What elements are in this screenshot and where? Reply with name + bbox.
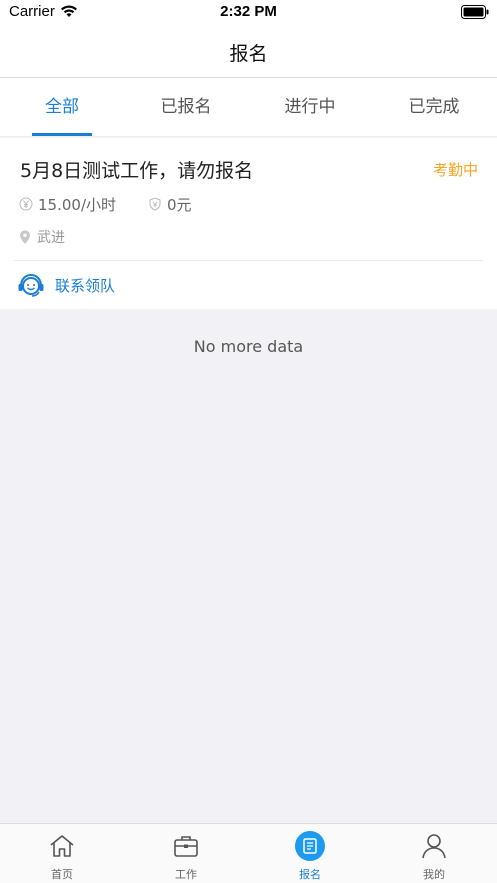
filter-tabs: 全部 已报名 进行中 已完成 xyxy=(0,78,497,137)
tab-registered[interactable]: 已报名 xyxy=(124,78,248,137)
location-pin-icon xyxy=(19,230,31,245)
tabbar-item-signup[interactable]: 报名 xyxy=(248,824,372,883)
job-title: 5月8日测试工作，请勿报名 xyxy=(20,160,254,182)
contact-leader-label: 联系领队 xyxy=(55,276,116,295)
document-icon xyxy=(295,831,325,861)
bottom-tab-bar: 首页 工作 报名 我的 xyxy=(0,823,497,883)
job-card[interactable]: 5月8日测试工作，请勿报名 考勤中 15.00/小时 0元 武进 联系领队 xyxy=(0,138,497,309)
briefcase-icon xyxy=(124,833,248,861)
tabbar-label-home: 首页 xyxy=(51,868,73,881)
status-bar: Carrier 2:32 PM xyxy=(0,0,497,26)
battery-icon xyxy=(461,5,489,23)
clock: 2:32 PM xyxy=(220,3,277,20)
customer-service-icon xyxy=(17,272,45,298)
card-divider xyxy=(14,260,483,261)
tabbar-item-mine[interactable]: 我的 xyxy=(372,824,496,883)
deposit-row: 0元 xyxy=(148,192,192,216)
home-icon xyxy=(0,833,124,861)
active-tab-indicator xyxy=(32,133,92,136)
contact-leader-button[interactable]: 联系领队 xyxy=(17,270,115,300)
navigation-bar: 报名 xyxy=(0,26,497,78)
tab-all[interactable]: 全部 xyxy=(0,78,124,137)
list-end-message: No more data xyxy=(193,337,304,356)
tabbar-item-home[interactable]: 首页 xyxy=(0,824,124,883)
tabbar-item-work[interactable]: 工作 xyxy=(124,824,248,883)
tab-in-progress[interactable]: 进行中 xyxy=(248,78,372,137)
tabbar-label-work: 工作 xyxy=(175,868,197,881)
deposit-value: 0元 xyxy=(167,195,192,214)
yen-icon xyxy=(19,197,33,211)
status-badge: 考勤中 xyxy=(432,161,478,179)
wage-value: 15.00/小时 xyxy=(38,195,116,214)
location-row: 武进 xyxy=(19,226,65,248)
person-icon xyxy=(372,833,496,861)
location-value: 武进 xyxy=(37,230,65,246)
tabbar-label-mine: 我的 xyxy=(423,868,445,881)
shield-icon xyxy=(148,197,162,211)
page-title: 报名 xyxy=(229,43,268,65)
tabbar-label-signup: 报名 xyxy=(299,868,321,881)
tab-completed[interactable]: 已完成 xyxy=(372,78,496,137)
wage-row: 15.00/小时 xyxy=(19,192,116,216)
